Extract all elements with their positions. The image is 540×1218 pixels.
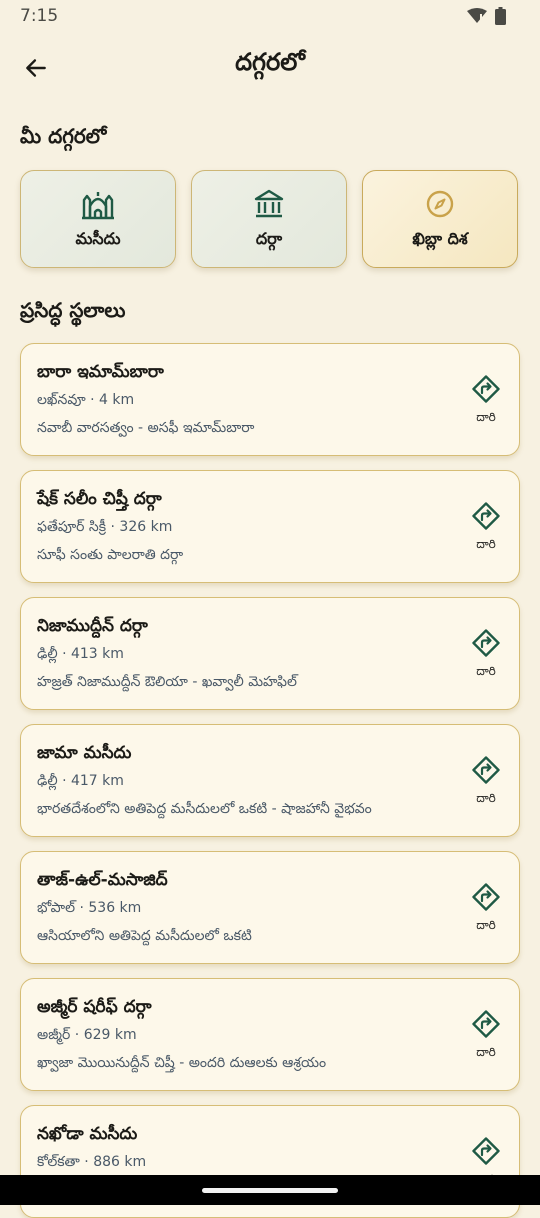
directions-label: దారి — [476, 1045, 496, 1059]
directions-icon — [471, 628, 501, 662]
directions-icon — [471, 1136, 501, 1170]
place-location-distance: కోల్‌కతా · 886 km — [37, 1154, 147, 1170]
directions-label: దారి — [476, 664, 496, 678]
directions-button[interactable]: దారి — [469, 374, 503, 427]
place-location-distance: భోపాల్ · 536 km — [37, 900, 142, 916]
directions-icon — [471, 374, 501, 408]
battery-icon — [495, 7, 506, 29]
directions-button[interactable]: దారి — [469, 501, 503, 554]
place-name: షేక్ సలీం చిష్తీ దర్గా — [37, 489, 162, 509]
place-location-distance: లఖ్‌నవూ · 4 km — [37, 392, 135, 408]
directions-button[interactable]: దారి — [469, 755, 503, 808]
home-gesture-handle[interactable] — [202, 1188, 338, 1193]
place-location-distance: ఢిల్లీ · 417 km — [37, 773, 124, 789]
status-bar: 7:15 — [0, 0, 540, 32]
place-description: ఆసియాలోని అతిపెద్ద మసీదులలో ఒకటి — [37, 928, 252, 944]
place-name: నిజాముద్దీన్ దర్గా — [37, 616, 148, 636]
status-icons — [467, 7, 506, 29]
place-card[interactable]: తాజ్-ఉల్-మసాజిద్ భోపాల్ · 536 km ఆసియాలోని… — [20, 851, 520, 964]
directions-label: దారి — [476, 410, 496, 424]
status-time: 7:15 — [20, 6, 59, 26]
place-card[interactable]: నిజాముద్దీన్ దర్గా ఢిల్లీ · 413 km హజ్రత్ … — [20, 597, 520, 710]
directions-icon — [471, 501, 501, 535]
nearby-dargah-label: దర్గా — [255, 228, 283, 248]
navigation-bar — [0, 1175, 540, 1205]
directions-icon — [471, 1009, 501, 1043]
place-name: అజ్మీర్ షరీఫ్ దర్గా — [37, 997, 152, 1017]
directions-icon — [471, 755, 501, 789]
place-description: భారతదేశంలోని అతిపెద్ద మసీదులలో ఒకటి - షా… — [37, 801, 372, 817]
mosque-icon — [80, 187, 116, 221]
famous-section-title: ప్రసిద్ధ స్థలాలు — [20, 298, 126, 322]
place-location-distance: అజ్మీర్ · 629 km — [37, 1027, 137, 1043]
directions-button[interactable]: దారి — [469, 628, 503, 681]
app-bar: దగ్గరలో — [0, 34, 540, 98]
directions-label: దారి — [476, 791, 496, 805]
place-card[interactable]: షేక్ సలీం చిష్తీ దర్గా ఫతేపూర్ సిక్రీ · 3… — [20, 470, 520, 583]
nearby-section-title: మీ దగ్గరలో — [20, 124, 107, 148]
place-location-distance: ఢిల్లీ · 413 km — [37, 646, 124, 662]
place-description: సూఫీ సంతు పాలరాతి దర్గా — [37, 547, 184, 563]
nearby-mosque-label: మసీదు — [75, 228, 121, 248]
place-card[interactable]: జామా మసీదు ఢిల్లీ · 417 km భారతదేశంలోని అత… — [20, 724, 520, 837]
place-description: ఖ్వాజా మొయినుద్దీన్ చిష్తీ - అందరి దుఆలక… — [37, 1055, 327, 1071]
place-name: నఖోడా మసీదు — [37, 1124, 138, 1144]
directions-label: దారి — [476, 537, 496, 551]
place-card[interactable]: బారా ఇమామ్‌బారా లఖ్‌నవూ · 4 km నవాబీ వారసత… — [20, 343, 520, 456]
nearby-dargah-button[interactable]: దర్గా — [191, 170, 347, 268]
directions-button[interactable]: దారి — [469, 1009, 503, 1062]
directions-button[interactable]: దారి — [469, 882, 503, 935]
compass-icon — [425, 187, 455, 221]
nearby-options: మసీదు దర్గా ఖిబ్లా దిశ — [20, 170, 520, 270]
place-name: తాజ్-ఉల్-మసాజిద్ — [37, 870, 168, 890]
place-location-distance: ఫతేపూర్ సిక్రీ · 326 km — [37, 519, 173, 535]
nearby-qibla-button[interactable]: ఖిబ్లా దిశ — [362, 170, 518, 268]
wifi-icon — [467, 8, 487, 28]
place-name: బారా ఇమామ్‌బారా — [37, 362, 164, 382]
place-description: హజ్రత్ నిజాముద్దీన్ ఔలియా - ఖవ్వాలీ మెహఫ… — [37, 674, 297, 690]
nearby-qibla-label: ఖిబ్లా దిశ — [412, 228, 468, 248]
dargah-icon — [253, 187, 285, 221]
nearby-mosque-button[interactable]: మసీదు — [20, 170, 176, 268]
page-title: దగ్గరలో — [235, 48, 305, 76]
place-description: నవాబీ వారసత్వం - అసఫీ ఇమామ్‌బారా — [37, 420, 255, 436]
place-name: జామా మసీదు — [37, 743, 132, 763]
directions-icon — [471, 882, 501, 916]
directions-label: దారి — [476, 918, 496, 932]
place-card[interactable]: అజ్మీర్ షరీఫ్ దర్గా అజ్మీర్ · 629 km ఖ్వాజ… — [20, 978, 520, 1091]
